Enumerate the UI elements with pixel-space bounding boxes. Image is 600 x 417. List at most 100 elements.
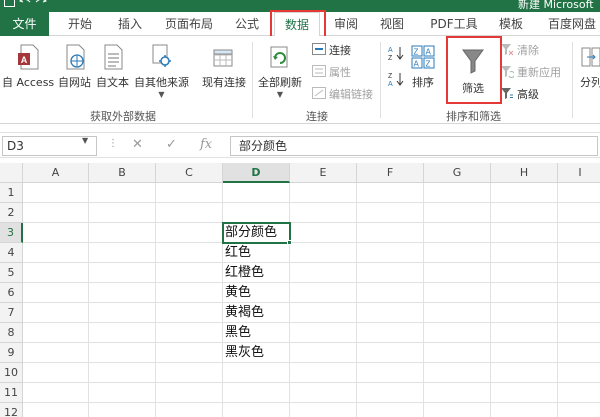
cell-i2[interactable] <box>558 203 600 223</box>
cell-h7[interactable] <box>491 303 558 323</box>
cell-a4[interactable] <box>23 243 89 263</box>
cell-d3[interactable]: 部分颜色 <box>223 223 290 243</box>
cell-i11[interactable] <box>558 383 600 403</box>
cell-e7[interactable] <box>290 303 357 323</box>
cell-i8[interactable] <box>558 323 600 343</box>
cell-g6[interactable] <box>424 283 491 303</box>
cell-g4[interactable] <box>424 243 491 263</box>
cell-e11[interactable] <box>290 383 357 403</box>
cell-e12[interactable] <box>290 403 357 417</box>
cell-e4[interactable] <box>290 243 357 263</box>
column-header-c[interactable]: C <box>156 163 223 183</box>
cell-c2[interactable] <box>156 203 223 223</box>
cell-c4[interactable] <box>156 243 223 263</box>
row-header-11[interactable]: 11 <box>0 383 23 403</box>
cell-e8[interactable] <box>290 323 357 343</box>
cell-c12[interactable] <box>156 403 223 417</box>
cell-a6[interactable] <box>23 283 89 303</box>
cell-g11[interactable] <box>424 383 491 403</box>
tab-review[interactable]: 审阅 <box>330 12 362 36</box>
cell-f7[interactable] <box>357 303 424 323</box>
cancel-icon[interactable]: ✕ <box>132 137 143 152</box>
cell-b12[interactable] <box>89 403 156 417</box>
cell-a12[interactable] <box>23 403 89 417</box>
cell-e1[interactable] <box>290 183 357 203</box>
cell-a8[interactable] <box>23 323 89 343</box>
cell-a3[interactable] <box>23 223 89 243</box>
cell-e3[interactable] <box>290 223 357 243</box>
cell-d10[interactable] <box>223 363 290 383</box>
tab-home[interactable]: 开始 <box>62 12 98 36</box>
cell-h12[interactable] <box>491 403 558 417</box>
cell-g2[interactable] <box>424 203 491 223</box>
cell-e5[interactable] <box>290 263 357 283</box>
row-header-7[interactable]: 7 <box>0 303 23 323</box>
cell-a2[interactable] <box>23 203 89 223</box>
cell-g3[interactable] <box>424 223 491 243</box>
cell-h11[interactable] <box>491 383 558 403</box>
cell-d2[interactable] <box>223 203 290 223</box>
cell-c10[interactable] <box>156 363 223 383</box>
cell-f8[interactable] <box>357 323 424 343</box>
cell-e2[interactable] <box>290 203 357 223</box>
cell-h10[interactable] <box>491 363 558 383</box>
cell-i4[interactable] <box>558 243 600 263</box>
cell-c7[interactable] <box>156 303 223 323</box>
cell-d9[interactable]: 黑灰色 <box>223 343 290 363</box>
edit-links-button[interactable]: 编辑链接 <box>312 86 373 102</box>
cell-d1[interactable] <box>223 183 290 203</box>
cell-e9[interactable] <box>290 343 357 363</box>
cell-i5[interactable] <box>558 263 600 283</box>
column-header-e[interactable]: E <box>290 163 357 183</box>
cell-c1[interactable] <box>156 183 223 203</box>
tab-file[interactable]: 文件 <box>0 12 49 36</box>
refresh-all-button[interactable]: 全部刷新 ▼ <box>258 42 302 99</box>
cell-h4[interactable] <box>491 243 558 263</box>
cell-b11[interactable] <box>89 383 156 403</box>
cell-f2[interactable] <box>357 203 424 223</box>
cell-c5[interactable] <box>156 263 223 283</box>
cell-f11[interactable] <box>357 383 424 403</box>
text-to-columns-button[interactable]: 分列 <box>578 42 600 90</box>
cell-g10[interactable] <box>424 363 491 383</box>
cell-a11[interactable] <box>23 383 89 403</box>
cell-h3[interactable] <box>491 223 558 243</box>
tab-data[interactable]: 数据 <box>274 12 320 37</box>
cell-f9[interactable] <box>357 343 424 363</box>
cell-b4[interactable] <box>89 243 156 263</box>
cell-i9[interactable] <box>558 343 600 363</box>
cell-b9[interactable] <box>89 343 156 363</box>
row-header-3[interactable]: 3 <box>0 223 23 243</box>
column-header-h[interactable]: H <box>491 163 558 183</box>
column-header-i[interactable]: I <box>558 163 600 183</box>
cell-d7[interactable]: 黄褐色 <box>223 303 290 323</box>
cell-d11[interactable] <box>223 383 290 403</box>
cell-g8[interactable] <box>424 323 491 343</box>
cell-b7[interactable] <box>89 303 156 323</box>
cell-b3[interactable] <box>89 223 156 243</box>
cell-c9[interactable] <box>156 343 223 363</box>
from-other-sources-button[interactable]: 自其他来源 ▼ <box>134 42 189 99</box>
formula-input[interactable]: 部分颜色 <box>230 136 598 156</box>
filter-button[interactable]: 筛选 <box>460 44 486 96</box>
cell-f10[interactable] <box>357 363 424 383</box>
cell-a1[interactable] <box>23 183 89 203</box>
tab-insert[interactable]: 插入 <box>112 12 148 36</box>
cell-c3[interactable] <box>156 223 223 243</box>
cell-i3[interactable] <box>558 223 600 243</box>
connections-button[interactable]: 连接 <box>312 42 351 58</box>
properties-button[interactable]: 属性 <box>312 64 351 80</box>
confirm-icon[interactable]: ✓ <box>166 137 177 152</box>
column-header-b[interactable]: B <box>89 163 156 183</box>
sort-button[interactable]: ZAAZ 排序 <box>410 42 436 90</box>
tab-formulas[interactable]: 公式 <box>230 12 264 36</box>
sort-ascending-button[interactable]: AZ <box>388 46 404 62</box>
cell-b10[interactable] <box>89 363 156 383</box>
cell-f12[interactable] <box>357 403 424 417</box>
from-web-button[interactable]: 自网站 <box>58 42 91 90</box>
cell-h2[interactable] <box>491 203 558 223</box>
cell-g5[interactable] <box>424 263 491 283</box>
cell-h1[interactable] <box>491 183 558 203</box>
tab-view[interactable]: 视图 <box>376 12 408 36</box>
column-header-a[interactable]: A <box>23 163 89 183</box>
